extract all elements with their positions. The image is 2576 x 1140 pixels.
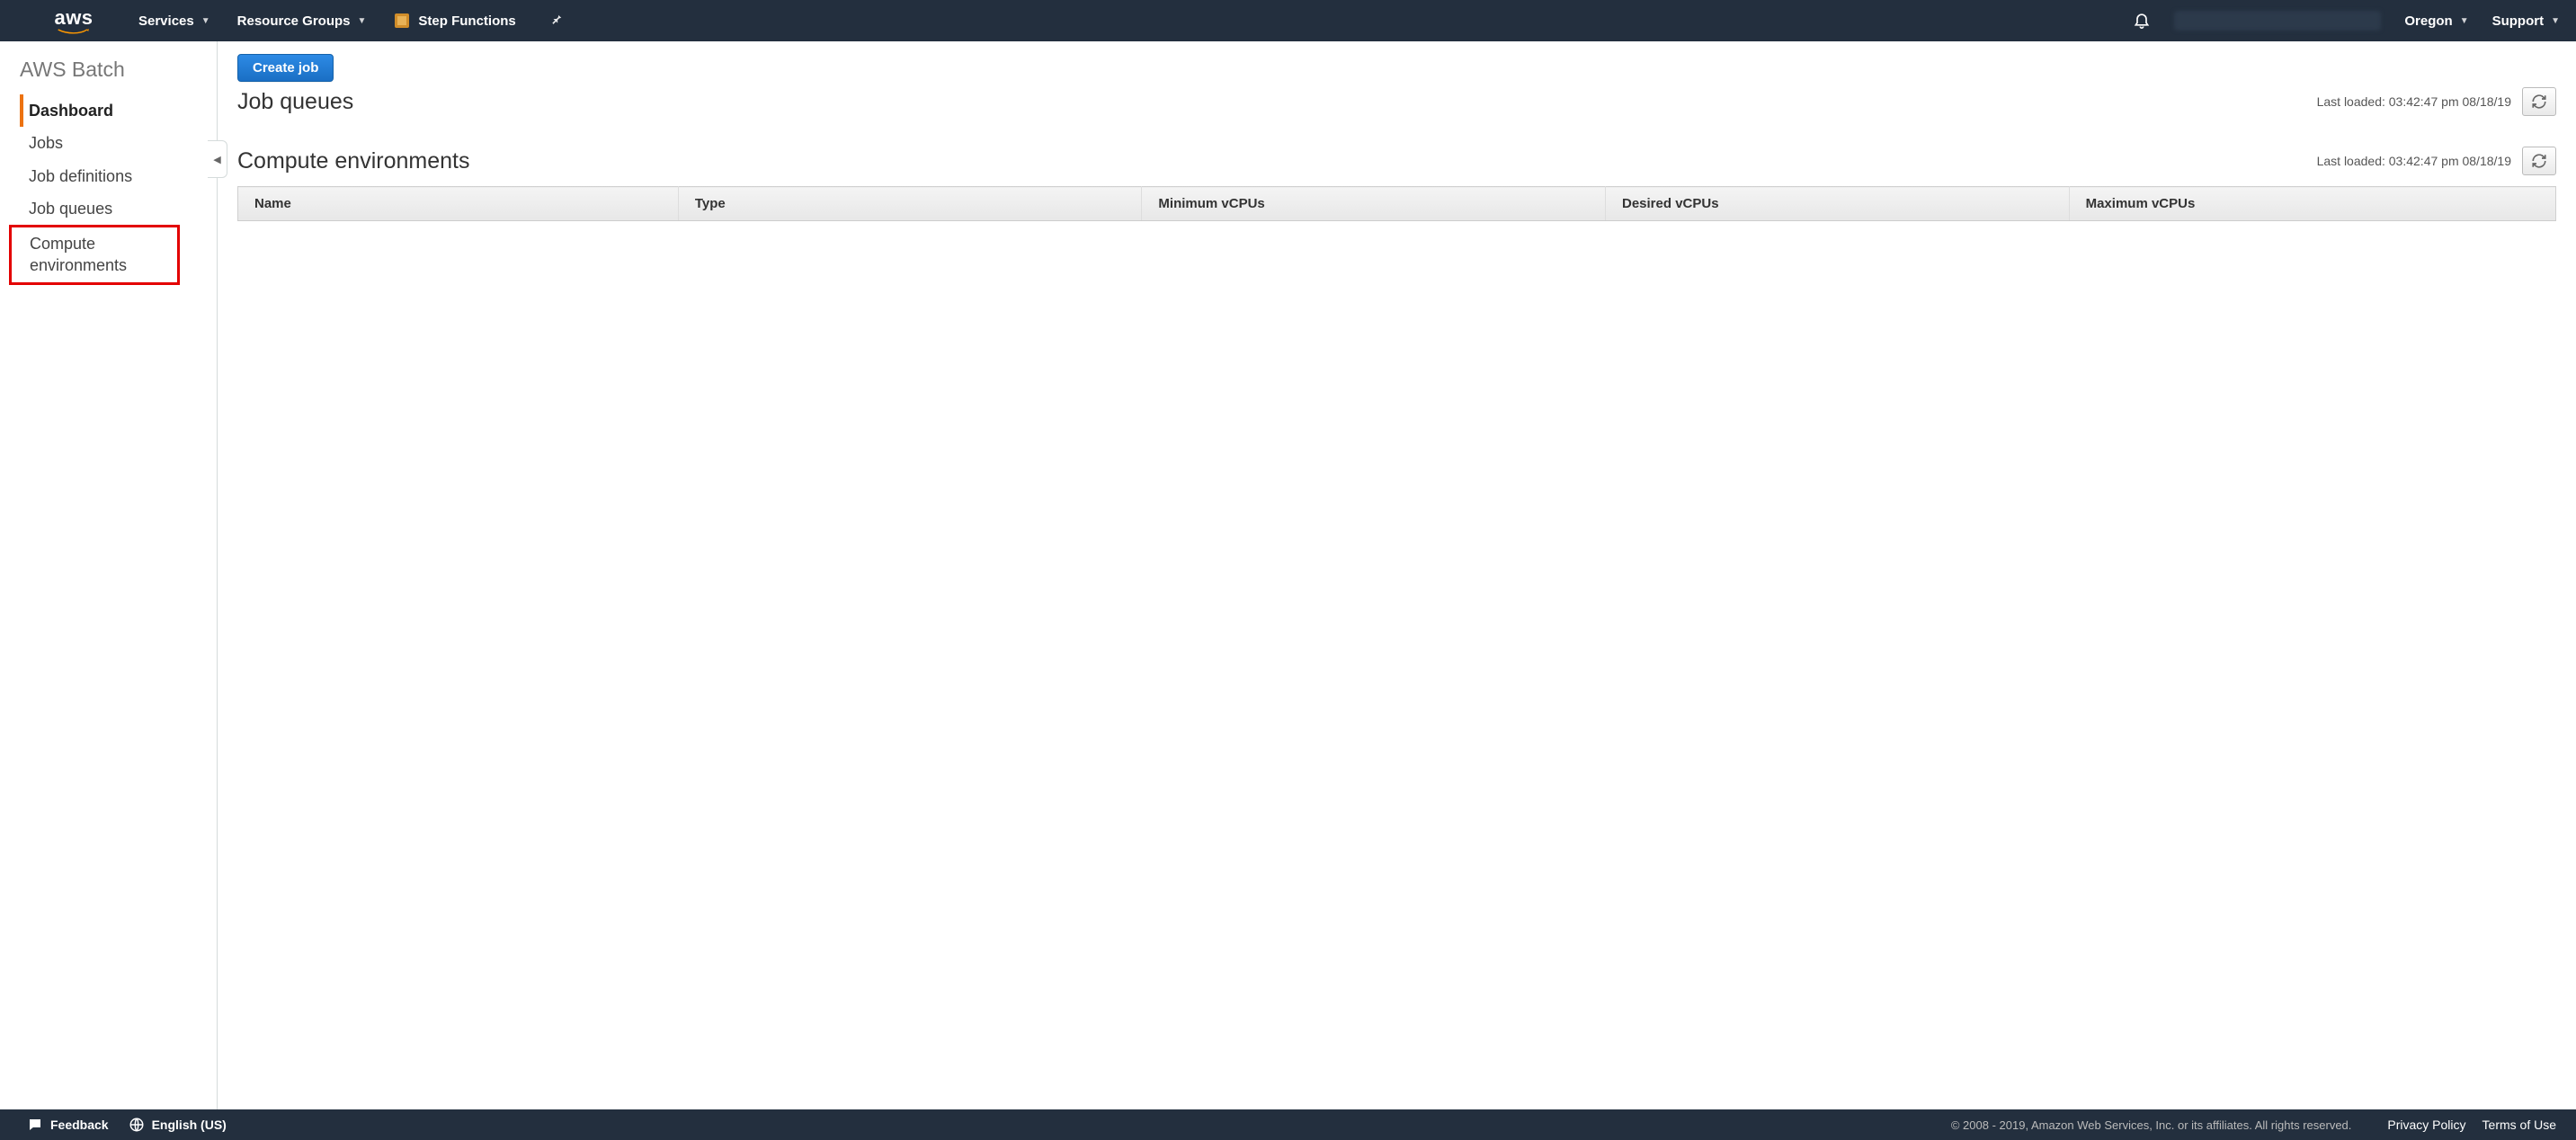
- bell-icon: [2133, 11, 2151, 29]
- sidebar-item-jobs[interactable]: Jobs: [20, 127, 217, 159]
- notifications-bell[interactable]: [2133, 11, 2151, 31]
- col-type[interactable]: Type: [678, 187, 1142, 221]
- pinned-service-label: Step Functions: [418, 13, 515, 29]
- services-label: Services: [138, 13, 194, 29]
- topnav-right: Oregon ▼ Support ▼: [2133, 11, 2560, 31]
- sidebar-item-job-queues[interactable]: Job queues: [20, 192, 217, 225]
- speech-bubble-icon: [27, 1117, 43, 1133]
- sidebar-item-job-definitions[interactable]: Job definitions: [20, 160, 217, 192]
- col-minimum-vcpus[interactable]: Minimum vCPUs: [1142, 187, 1606, 221]
- feedback-label: Feedback: [50, 1118, 109, 1132]
- feedback-link[interactable]: Feedback: [27, 1117, 109, 1133]
- step-functions-icon: [393, 12, 411, 30]
- caret-down-icon: ▼: [201, 16, 210, 26]
- caret-down-icon: ▼: [2551, 16, 2560, 26]
- refresh-icon: [2531, 94, 2547, 110]
- caret-down-icon: ▼: [2460, 16, 2469, 26]
- privacy-policy-link[interactable]: Privacy Policy: [2387, 1118, 2465, 1132]
- resource-groups-label: Resource Groups: [237, 13, 351, 29]
- job-queues-heading: Job queues: [237, 89, 353, 115]
- language-selector[interactable]: English (US): [129, 1117, 227, 1133]
- create-job-button[interactable]: Create job: [237, 54, 334, 82]
- sidebar-item-compute-environments[interactable]: Compute environments: [9, 225, 180, 285]
- sidebar-collapse-toggle[interactable]: ◀: [208, 140, 227, 178]
- sidebar-item-dashboard[interactable]: Dashboard: [20, 94, 217, 127]
- col-desired-vcpus[interactable]: Desired vCPUs: [1606, 187, 2070, 221]
- account-name-obscured[interactable]: [2174, 11, 2381, 31]
- caret-down-icon: ▼: [358, 16, 367, 26]
- support-menu[interactable]: Support ▼: [2492, 13, 2560, 29]
- terms-of-use-link[interactable]: Terms of Use: [2482, 1118, 2556, 1132]
- services-menu[interactable]: Services ▼: [138, 13, 210, 29]
- compute-environments-heading: Compute environments: [237, 148, 469, 174]
- refresh-compute-envs-button[interactable]: [2522, 147, 2556, 175]
- copyright-text: © 2008 - 2019, Amazon Web Services, Inc.…: [1951, 1118, 2352, 1132]
- main-content: Create job Job queues Last loaded: 03:42…: [218, 41, 2576, 1109]
- resource-groups-menu[interactable]: Resource Groups ▼: [237, 13, 367, 29]
- refresh-job-queues-button[interactable]: [2522, 87, 2556, 116]
- support-label: Support: [2492, 13, 2545, 29]
- job-queues-last-loaded: Last loaded: 03:42:47 pm 08/18/19: [2317, 94, 2511, 109]
- col-maximum-vcpus[interactable]: Maximum vCPUs: [2069, 187, 2555, 221]
- compute-envs-last-loaded: Last loaded: 03:42:47 pm 08/18/19: [2317, 154, 2511, 168]
- service-title: AWS Batch: [20, 58, 217, 82]
- pinned-service-step-functions[interactable]: Step Functions: [393, 12, 515, 30]
- region-menu[interactable]: Oregon ▼: [2404, 13, 2468, 29]
- language-label: English (US): [152, 1118, 227, 1132]
- region-label: Oregon: [2404, 13, 2452, 29]
- col-name[interactable]: Name: [238, 187, 679, 221]
- globe-icon: [129, 1117, 145, 1133]
- footer: Feedback English (US) © 2008 - 2019, Ama…: [0, 1109, 2576, 1140]
- sidebar-nav-list: Dashboard Jobs Job definitions Job queue…: [20, 94, 217, 285]
- chevron-left-icon: ◀: [213, 154, 220, 165]
- compute-environments-table: Name Type Minimum vCPUs Desired vCPUs Ma…: [237, 186, 2556, 221]
- aws-logo-text: aws: [54, 8, 93, 28]
- pin-icon[interactable]: [550, 13, 563, 30]
- aws-smile-icon: [54, 29, 94, 34]
- top-nav: aws Services ▼ Resource Groups ▼ Step Fu…: [0, 0, 2576, 41]
- sidebar: AWS Batch Dashboard Jobs Job definitions…: [0, 41, 218, 1109]
- refresh-icon: [2531, 153, 2547, 169]
- aws-logo[interactable]: aws: [54, 8, 94, 34]
- table-header-row: Name Type Minimum vCPUs Desired vCPUs Ma…: [238, 187, 2556, 221]
